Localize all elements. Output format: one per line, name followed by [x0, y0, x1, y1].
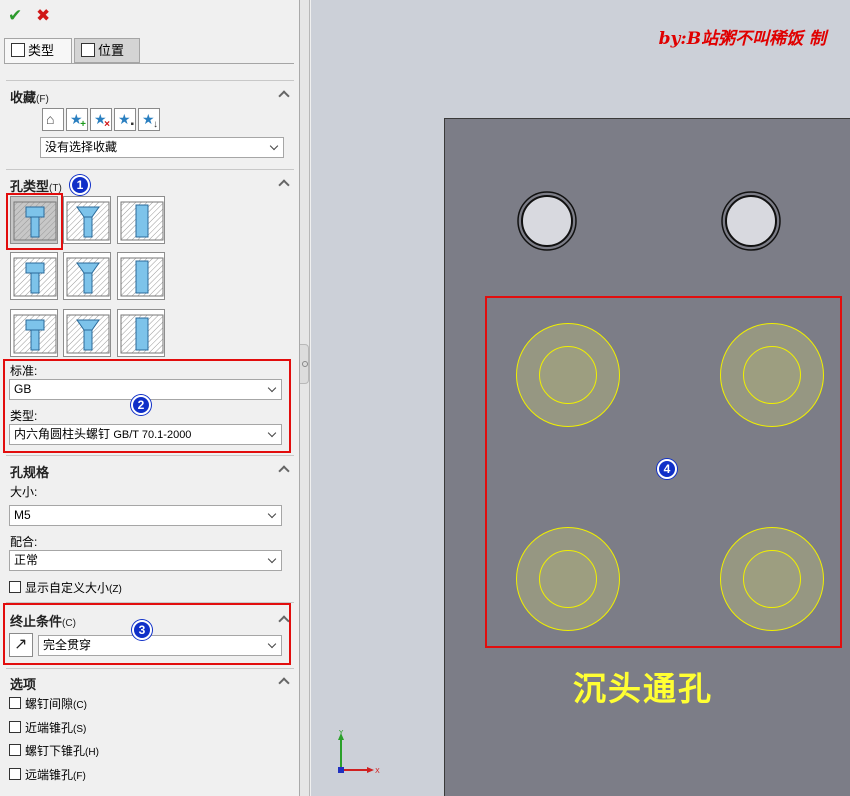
option-text: 近端锥孔	[25, 721, 74, 735]
straight-pipe-tap-icon	[66, 257, 110, 297]
existing-hole[interactable]	[719, 189, 783, 253]
section-divider	[6, 455, 294, 456]
legacy-hole-icon	[120, 257, 164, 297]
annotation-badge-1: 1	[70, 175, 90, 195]
options-collapse-icon[interactable]	[278, 675, 290, 687]
hole-type-button[interactable]	[63, 309, 111, 357]
option-shortcut: (S)	[73, 724, 87, 735]
annotation-badge-4: 4	[657, 459, 677, 479]
chevron-down-icon	[267, 554, 277, 564]
hole-type-button[interactable]	[117, 252, 165, 300]
axis-y-label: Y	[338, 729, 344, 737]
option-shortcut: (F)	[73, 771, 86, 782]
custom-size-checkbox[interactable]	[9, 581, 21, 593]
slot-icon	[120, 314, 164, 354]
hole-type-button[interactable]	[63, 196, 111, 244]
option-text: 螺钉下锥孔	[25, 744, 86, 758]
annotation-badge-2: 2	[131, 395, 151, 415]
countersink-icon	[66, 201, 110, 241]
apply-defaults-icon: ⌂	[46, 111, 55, 127]
option-text: 远端锥孔	[25, 768, 74, 782]
fit-select[interactable]: 正常	[9, 550, 282, 571]
hole-spec-title: 孔规格	[10, 465, 50, 480]
add-favorite-button[interactable]: ★ +	[66, 108, 88, 131]
hole-type-title-text: 孔类型	[10, 179, 50, 194]
apply-defaults-button[interactable]: ⌂	[42, 108, 64, 131]
hole-spec-collapse-icon[interactable]	[278, 463, 290, 475]
favorites-title-text: 收藏	[10, 90, 37, 105]
counterbore-slot-icon	[13, 314, 57, 354]
cancel-icon[interactable]: ✖	[36, 7, 50, 25]
size-select-value: M5	[14, 508, 31, 522]
favorites-collapse-icon[interactable]	[278, 88, 290, 100]
property-manager: ✔ ✖ 类型 位置 收藏(F) ⌂ ★ + ★ × ★ ▪ ★ ↓ 没有选择收藏 孔类型…	[0, 0, 300, 796]
option-shortcut: (C)	[73, 700, 87, 711]
fit-label: 配合:	[10, 535, 38, 549]
chevron-down-icon	[269, 141, 279, 151]
tab-position[interactable]: 位置	[74, 38, 140, 63]
hole-type-button[interactable]	[10, 252, 58, 300]
tab-type[interactable]: 类型	[4, 38, 72, 64]
hole-type-button[interactable]	[10, 309, 58, 357]
caption-text: 沉头通孔	[573, 669, 713, 708]
favorites-title: 收藏(F)	[10, 87, 49, 106]
tab-type-label: 类型	[28, 43, 55, 58]
options-title: 选项	[10, 677, 37, 692]
existing-hole[interactable]	[515, 189, 579, 253]
annotation-badge-3: 3	[132, 620, 152, 640]
save-favorite-button[interactable]: ★ ▪	[114, 108, 136, 131]
size-label: 大小:	[10, 485, 38, 499]
far-side-countersink-label: 远端锥孔(F)	[25, 766, 86, 783]
hole-type-highlight	[6, 193, 63, 250]
hole-type-tab-icon	[11, 43, 25, 57]
option-text: 螺钉间隙	[25, 697, 74, 711]
hole-type-collapse-icon[interactable]	[278, 177, 290, 189]
section-divider	[6, 169, 294, 170]
axis-triad-icon: Y X	[338, 729, 380, 775]
delete-favorite-button[interactable]: ★ ×	[90, 108, 112, 131]
favorites-shortcut: (F)	[36, 94, 49, 105]
favorite-select-value: 没有选择收藏	[45, 140, 118, 154]
hole-type-button[interactable]	[63, 252, 111, 300]
tapped-hole-icon	[13, 257, 57, 297]
custom-size-shortcut: (Z)	[109, 584, 122, 595]
hole-type-button[interactable]	[117, 196, 165, 244]
countersink-slot-icon	[66, 314, 110, 354]
section-divider	[6, 80, 294, 81]
section-divider	[6, 668, 294, 669]
simple-hole-icon	[120, 201, 164, 241]
ok-icon[interactable]: ✔	[8, 7, 22, 25]
save-favorite-icon: ★	[118, 111, 131, 127]
author-credit: by:B站粥不叫稀饭 制	[658, 29, 826, 49]
fit-select-value: 正常	[14, 553, 39, 567]
near-side-countersink-label: 近端锥孔(S)	[25, 719, 86, 736]
option-shortcut: (H)	[85, 747, 99, 758]
load-favorite-button[interactable]: ★ ↓	[138, 108, 160, 131]
favorite-select[interactable]: 没有选择收藏	[40, 137, 284, 158]
custom-size-label: 显示自定义大小(Z)	[25, 579, 122, 596]
under-head-countersink-checkbox[interactable]	[9, 744, 21, 756]
size-select[interactable]: M5	[9, 505, 282, 526]
near-side-countersink-checkbox[interactable]	[9, 721, 21, 733]
screw-clearance-checkbox[interactable]	[9, 697, 21, 709]
tab-position-label: 位置	[98, 43, 125, 58]
hole-type-button[interactable]	[117, 309, 165, 357]
chevron-down-icon	[267, 509, 277, 519]
splitter-grip[interactable]	[300, 344, 309, 384]
screw-clearance-label: 螺钉间隙(C)	[25, 695, 87, 712]
under-head-countersink-label: 螺钉下锥孔(H)	[25, 742, 99, 759]
tab-divider	[4, 63, 294, 64]
panel-splitter[interactable]	[300, 0, 310, 796]
custom-size-text: 显示自定义大小	[25, 581, 110, 595]
axis-x-label: X	[375, 767, 380, 775]
graphics-area[interactable]: 4 by:B站粥不叫稀饭 制 沉头通孔 Y X	[311, 0, 850, 796]
far-side-countersink-checkbox[interactable]	[9, 768, 21, 780]
position-tab-icon	[81, 43, 95, 57]
